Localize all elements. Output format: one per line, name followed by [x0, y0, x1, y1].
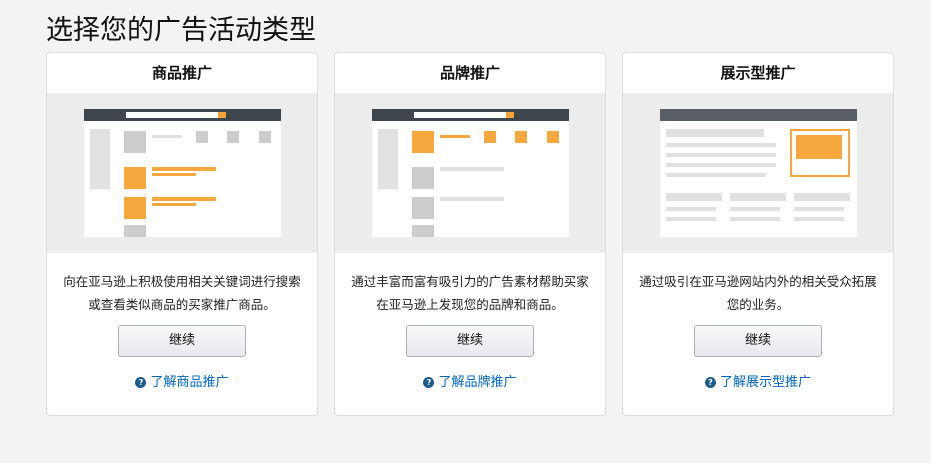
sponsored-products-illustration [47, 93, 317, 253]
help-icon: ? [704, 377, 716, 388]
sponsored-display-card: 展示型推广 通过吸引在亚马逊网站内外的相关受众拓展您的业务。 继续 ? 了解展示型… [622, 52, 894, 416]
continue-button[interactable]: 继续 [406, 325, 534, 357]
sponsored-products-card: 商品推广 向在亚马逊上积极使用相关关键词进行搜索或查看类似商品的买家推广商品。 … [46, 52, 318, 416]
learn-more-link-label[interactable]: 了解商品推广 [150, 375, 228, 390]
card-title: 展示型推广 [720, 64, 796, 82]
sponsored-brands-illustration [335, 93, 605, 253]
help-icon: ? [135, 377, 147, 388]
learn-more-link[interactable]: ? 了解展示型推广 [623, 371, 893, 390]
card-description: 通过吸引在亚马逊网站内外的相关受众拓展您的业务。 [639, 274, 877, 312]
learn-more-link[interactable]: ? 了解商品推广 [47, 371, 317, 390]
help-icon: ? [423, 377, 435, 388]
continue-button[interactable]: 继续 [118, 325, 246, 357]
page-title: 选择您的广告活动类型 [46, 15, 316, 46]
learn-more-link[interactable]: ? 了解品牌推广 [335, 371, 605, 390]
sponsored-brands-card: 品牌推广 通过丰富而富有吸引力的广告素材帮助买家在亚马逊上发现您的品牌和商品。 … [334, 52, 606, 416]
card-description: 通过丰富而富有吸引力的广告素材帮助买家在亚马逊上发现您的品牌和商品。 [351, 274, 589, 312]
card-title: 品牌推广 [439, 64, 500, 82]
continue-button[interactable]: 继续 [694, 325, 822, 357]
learn-more-link-label[interactable]: 了解展示型推广 [720, 375, 811, 390]
card-description: 向在亚马逊上积极使用相关关键词进行搜索或查看类似商品的买家推广商品。 [63, 274, 301, 312]
learn-more-link-label[interactable]: 了解品牌推广 [438, 375, 516, 390]
card-title: 商品推广 [151, 64, 212, 82]
sponsored-display-illustration [623, 93, 893, 253]
